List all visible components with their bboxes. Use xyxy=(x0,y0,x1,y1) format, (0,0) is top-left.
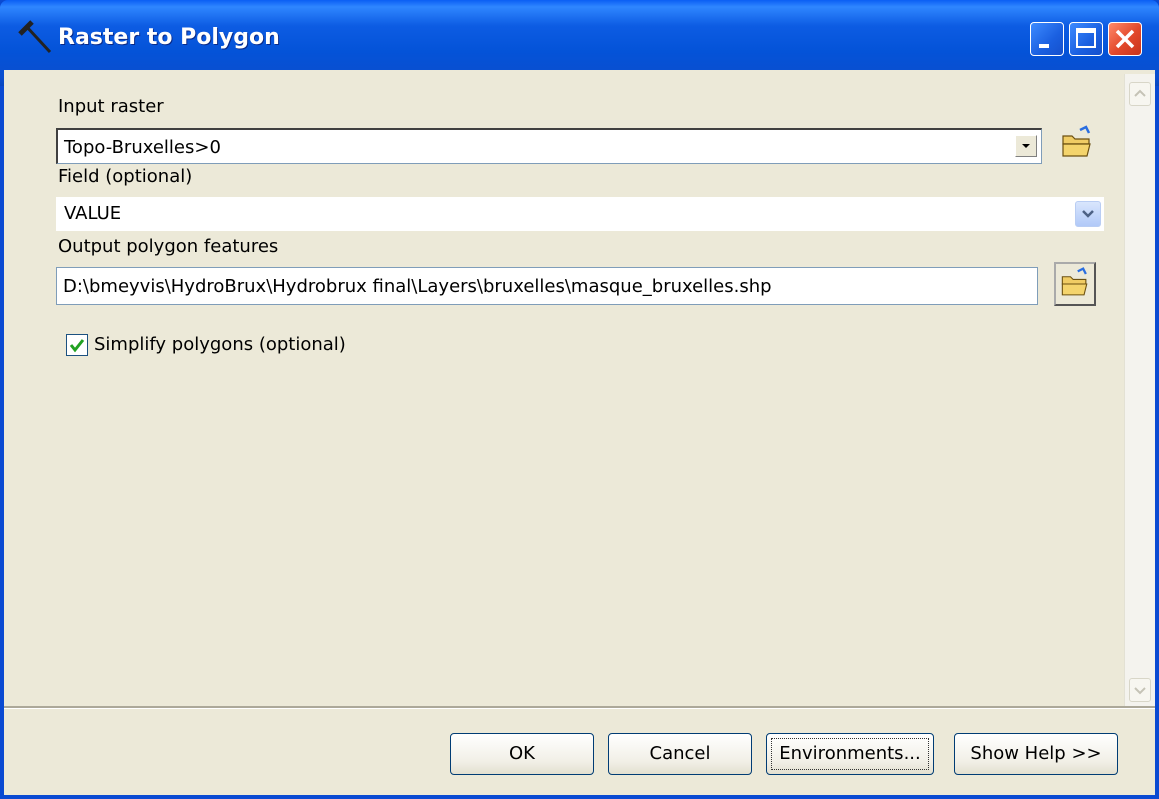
close-button[interactable] xyxy=(1108,22,1142,56)
ok-button[interactable]: OK xyxy=(450,733,594,775)
field-label: Field (optional) xyxy=(58,166,193,187)
maximize-icon xyxy=(1076,28,1096,48)
field-combobox[interactable]: VALUE xyxy=(56,197,1104,231)
checkmark-icon xyxy=(69,339,85,353)
output-path-value: D:\bmeyvis\HydroBrux\Hydrobrux final\Lay… xyxy=(63,276,772,297)
input-raster-browse-button[interactable] xyxy=(1056,122,1098,166)
button-bar-divider xyxy=(4,706,1155,709)
input-raster-value: Topo-Bruxelles>0 xyxy=(64,137,221,158)
minimize-button[interactable] xyxy=(1030,22,1064,56)
hammer-tool-icon xyxy=(18,20,52,54)
environments-button[interactable]: Environments... xyxy=(766,733,934,775)
cancel-button[interactable]: Cancel xyxy=(608,733,752,775)
simplify-polygons-label[interactable]: Simplify polygons (optional) xyxy=(94,334,346,355)
field-value: VALUE xyxy=(64,203,122,224)
minimize-icon xyxy=(1039,44,1049,48)
dialog-window: Raster to Polygon Input raster Topo-Brux… xyxy=(0,0,1159,799)
field-dropdown-button[interactable] xyxy=(1075,201,1101,227)
focus-rectangle xyxy=(771,738,929,770)
dropdown-arrow-icon xyxy=(1022,144,1030,148)
open-folder-icon xyxy=(1062,125,1091,157)
chevron-up-icon xyxy=(1134,89,1146,97)
chevron-down-icon xyxy=(1082,210,1094,218)
input-raster-combobox[interactable]: Topo-Bruxelles>0 xyxy=(56,128,1042,164)
scroll-down-button[interactable] xyxy=(1129,678,1151,702)
close-icon xyxy=(1115,29,1135,49)
input-raster-dropdown-button[interactable] xyxy=(1015,135,1037,157)
window-title: Raster to Polygon xyxy=(58,25,280,50)
open-folder-icon xyxy=(1061,267,1088,296)
output-label: Output polygon features xyxy=(58,236,279,257)
output-browse-button[interactable] xyxy=(1054,262,1096,306)
input-raster-label: Input raster xyxy=(58,96,164,117)
chevron-down-icon xyxy=(1134,687,1146,695)
show-help-button[interactable]: Show Help >> xyxy=(954,733,1118,775)
vertical-scrollbar[interactable] xyxy=(1124,74,1155,706)
maximize-button[interactable] xyxy=(1069,22,1103,56)
output-path-input[interactable]: D:\bmeyvis\HydroBrux\Hydrobrux final\Lay… xyxy=(56,267,1038,305)
dialog-content: Input raster Topo-Bruxelles>0 Field (opt… xyxy=(4,70,1155,795)
simplify-polygons-checkbox[interactable] xyxy=(66,334,88,356)
scroll-up-button[interactable] xyxy=(1129,82,1151,106)
